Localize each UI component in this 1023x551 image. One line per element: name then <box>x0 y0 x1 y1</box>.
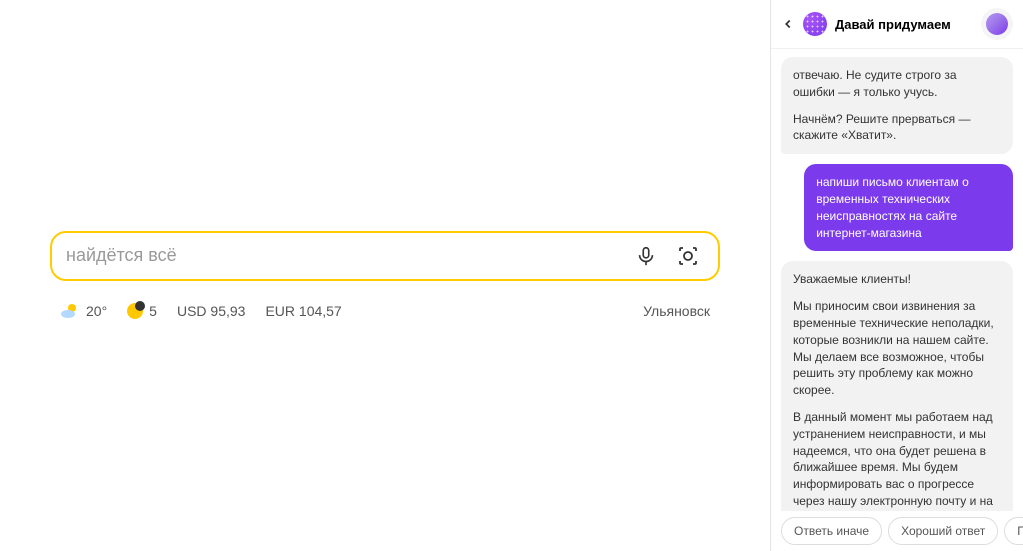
skill-avatar-icon <box>803 12 827 36</box>
alice-orb-button[interactable] <box>981 8 1013 40</box>
search-container: 20° 5 USD 95,93 EUR 104,57 Ульяновск <box>50 231 720 321</box>
weather-night[interactable]: 5 <box>127 303 157 319</box>
message-text: Мы приносим свои извинения за временные … <box>793 298 1001 399</box>
message-text: отвечаю. Не судите строго за ошибки — я … <box>793 67 1001 101</box>
user-message: напиши письмо клиентам о временных техни… <box>804 164 1013 251</box>
chevron-left-icon <box>781 17 795 31</box>
sidebar-header: Давай придумаем <box>771 0 1023 49</box>
search-input[interactable] <box>66 245 620 266</box>
info-bar: 20° 5 USD 95,93 EUR 104,57 Ульяновск <box>50 301 720 321</box>
moon-icon <box>127 303 143 319</box>
currency-eur[interactable]: EUR 104,57 <box>265 303 341 319</box>
assistant-message: отвечаю. Не судите строго за ошибки — я … <box>781 57 1013 154</box>
suggestion-row: Ответь иначе Хороший ответ Пло <box>771 511 1023 551</box>
back-button[interactable] <box>781 17 795 31</box>
currency-usd[interactable]: USD 95,93 <box>177 303 245 319</box>
city-label[interactable]: Ульяновск <box>643 303 710 319</box>
assistant-sidebar: Давай придумаем отвечаю. Не судите строг… <box>770 0 1023 551</box>
main-search-area: 20° 5 USD 95,93 EUR 104,57 Ульяновск <box>0 0 770 551</box>
partly-cloudy-icon <box>60 301 80 321</box>
message-text: В данный момент мы работаем над устранен… <box>793 409 1001 511</box>
temperature-night: 5 <box>149 303 157 319</box>
message-text: напиши письмо клиентам о временных техни… <box>816 175 969 239</box>
assistant-message: Уважаемые клиенты! Мы приносим свои изви… <box>781 261 1013 511</box>
microphone-icon <box>635 245 657 267</box>
chat-body: отвечаю. Не судите строго за ошибки — я … <box>771 49 1023 511</box>
alice-orb-icon <box>986 13 1008 35</box>
suggestion-chip[interactable]: Хороший ответ <box>888 517 998 545</box>
sidebar-title: Давай придумаем <box>835 17 973 32</box>
camera-lens-icon <box>676 244 700 268</box>
search-box[interactable] <box>50 231 720 281</box>
temperature-day: 20° <box>86 303 107 319</box>
message-text: Начнём? Решите прерваться — скажите «Хва… <box>793 111 1001 145</box>
image-search-button[interactable] <box>672 240 704 272</box>
suggestion-chip[interactable]: Пло <box>1004 517 1023 545</box>
message-text: Уважаемые клиенты! <box>793 271 1001 288</box>
suggestion-chip[interactable]: Ответь иначе <box>781 517 882 545</box>
voice-search-button[interactable] <box>630 240 662 272</box>
weather-day[interactable]: 20° <box>60 301 107 321</box>
